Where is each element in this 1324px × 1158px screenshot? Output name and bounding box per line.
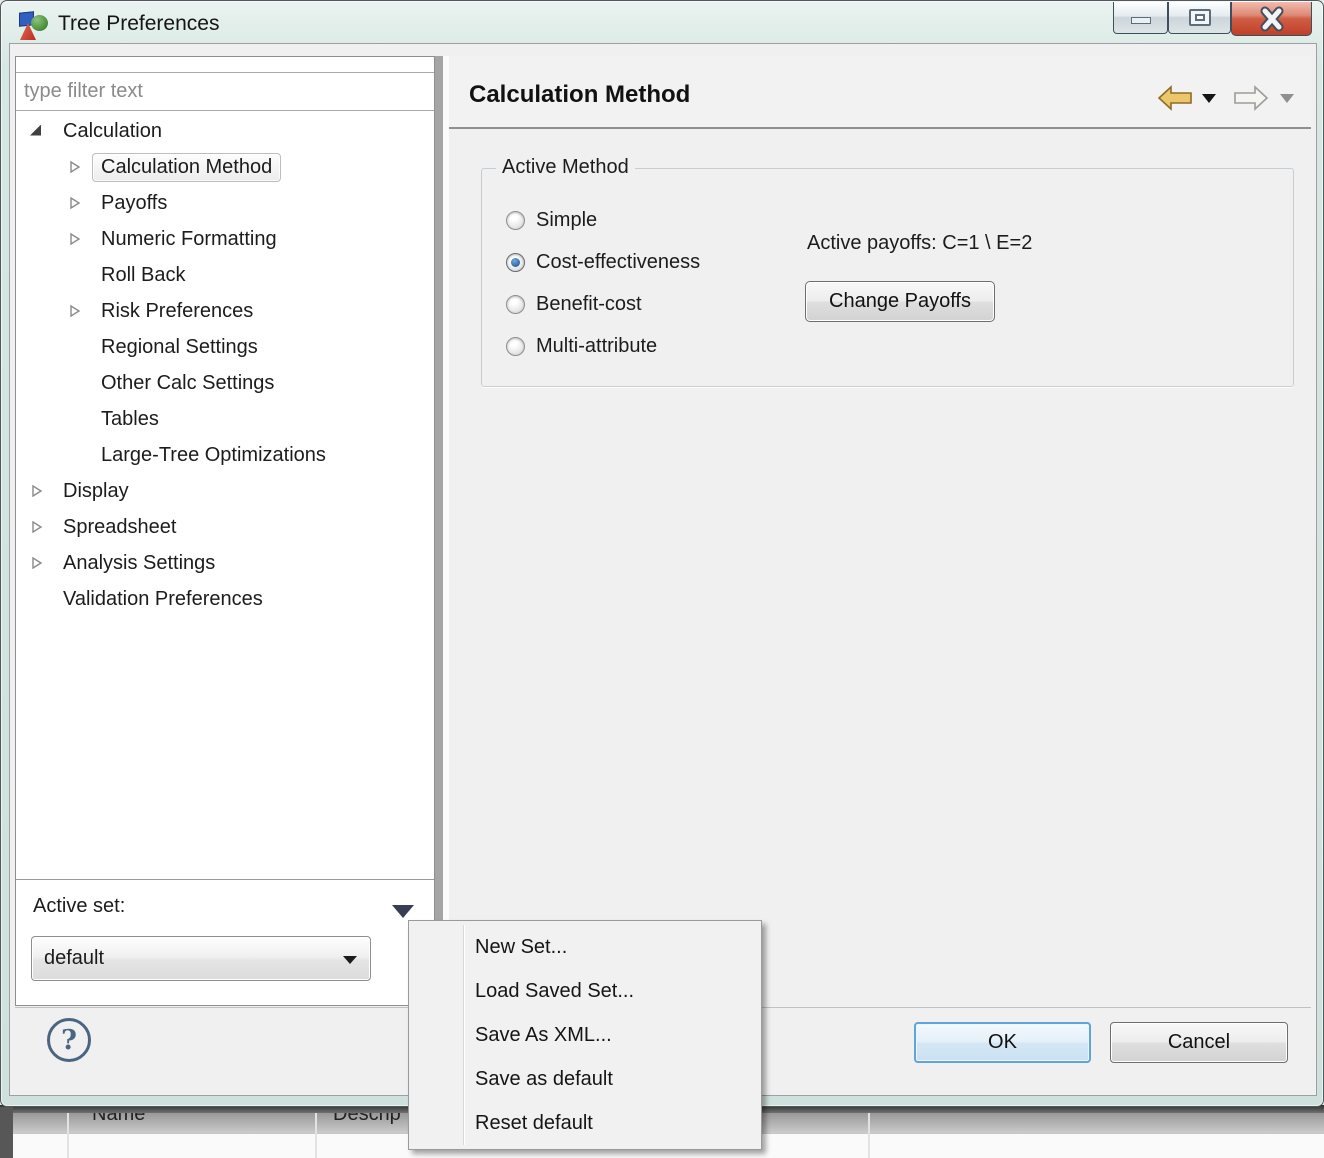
menu-item[interactable]: Reset default: [409, 1101, 761, 1145]
back-history-dropdown-icon[interactable]: [1202, 94, 1216, 103]
sidebar-divider: [16, 879, 434, 880]
preferences-sidebar: Calculation Calculation Method: [15, 56, 435, 1006]
filter-input[interactable]: [16, 72, 434, 111]
maximize-button[interactable]: [1168, 2, 1231, 34]
menu-item[interactable]: Save as default: [409, 1057, 761, 1101]
radio-label: Benefit-cost: [536, 293, 642, 316]
background-column-divider: [315, 1112, 317, 1158]
background-edge: [0, 1107, 13, 1158]
tree-item-label: Roll Back: [92, 261, 194, 290]
tree-item-label: Regional Settings: [92, 333, 267, 362]
radio-option[interactable]: Multi-attribute: [506, 325, 700, 367]
help-button[interactable]: ?: [47, 1018, 91, 1062]
header-divider: [449, 127, 1311, 129]
tree-item-label: Spreadsheet: [54, 513, 185, 542]
tree-item-label: Risk Preferences: [92, 297, 262, 326]
preferences-tree: Calculation Calculation Method: [16, 113, 434, 617]
tree-item[interactable]: Display: [16, 473, 434, 509]
radio-option[interactable]: Benefit-cost: [506, 283, 700, 325]
minimize-button[interactable]: [1113, 2, 1168, 34]
menu-item[interactable]: Save As XML...: [409, 1013, 761, 1057]
menu-icon-gutter: [463, 925, 464, 1145]
method-radio-group: Simple Cost-effectiveness Benefit-cost M…: [506, 199, 700, 367]
radio-icon: [506, 295, 525, 314]
tree-item-label: Payoffs: [92, 189, 176, 218]
radio-label: Cost-effectiveness: [536, 251, 700, 274]
title-bar: Tree Preferences: [1, 1, 1324, 43]
tree-item[interactable]: Tables: [16, 401, 434, 437]
back-arrow-button[interactable]: [1157, 85, 1193, 111]
tree-item[interactable]: Calculation: [16, 113, 434, 149]
panel-splitter[interactable]: [435, 56, 443, 1006]
maximize-icon: [1189, 9, 1211, 26]
background-column-divider: [67, 1112, 69, 1158]
background-column-divider: [868, 1112, 870, 1158]
ok-button[interactable]: OK: [914, 1022, 1091, 1063]
active-method-group: Active Method Simple Cost-effectiveness …: [481, 168, 1294, 387]
minimize-icon: [1131, 17, 1151, 24]
cancel-button[interactable]: Cancel: [1110, 1022, 1288, 1063]
expand-arrow-icon[interactable]: [68, 160, 82, 174]
tree-item[interactable]: Risk Preferences: [16, 293, 434, 329]
close-button[interactable]: [1231, 2, 1312, 36]
group-legend: Active Method: [496, 156, 635, 179]
active-set-menu-button[interactable]: [392, 905, 414, 918]
window-title: Tree Preferences: [58, 12, 219, 36]
forward-arrow-button[interactable]: [1233, 85, 1269, 111]
panel-gap: [443, 56, 449, 1006]
tree-item-label: Other Calc Settings: [92, 369, 283, 398]
active-set-menu: New Set... Load Saved Set... Save As XML…: [408, 920, 762, 1150]
combo-dropdown-icon: [343, 956, 357, 964]
tree-item-label: Calculation Method: [92, 153, 281, 182]
change-payoffs-button[interactable]: Change Payoffs: [805, 281, 995, 322]
tree-item[interactable]: Calculation Method: [16, 149, 434, 185]
expand-arrow-icon[interactable]: [68, 232, 82, 246]
page-title: Calculation Method: [469, 81, 690, 109]
tree-item[interactable]: Roll Back: [16, 257, 434, 293]
tree-item-label: Display: [54, 477, 138, 506]
close-icon: [1257, 6, 1287, 32]
tree-item[interactable]: Spreadsheet: [16, 509, 434, 545]
tree-item[interactable]: Regional Settings: [16, 329, 434, 365]
tree-item-label: Calculation: [54, 117, 171, 146]
expand-arrow-icon[interactable]: [30, 484, 44, 498]
tree-item[interactable]: Other Calc Settings: [16, 365, 434, 401]
radio-icon: [506, 253, 525, 272]
radio-label: Multi-attribute: [536, 335, 657, 358]
tree-item[interactable]: Large-Tree Optimizations: [16, 437, 434, 473]
tree-item[interactable]: Numeric Formatting: [16, 221, 434, 257]
expand-arrow-icon[interactable]: [30, 520, 44, 534]
forward-history-dropdown-icon[interactable]: [1280, 94, 1294, 103]
expand-arrow-icon[interactable]: [68, 304, 82, 318]
active-set-label: Active set:: [33, 895, 125, 918]
radio-icon: [506, 211, 525, 230]
tree-item-label: Large-Tree Optimizations: [92, 441, 335, 470]
radio-icon: [506, 337, 525, 356]
active-payoffs-text: Active payoffs: C=1 \ E=2: [807, 232, 1032, 255]
tree-item-label: Validation Preferences: [54, 585, 272, 614]
collapse-arrow-icon[interactable]: [30, 125, 41, 136]
tree-item-label: Tables: [92, 405, 168, 434]
active-set-combobox[interactable]: default: [31, 936, 371, 981]
radio-option[interactable]: Cost-effectiveness: [506, 241, 700, 283]
tree-item[interactable]: Analysis Settings: [16, 545, 434, 581]
expand-arrow-icon[interactable]: [30, 556, 44, 570]
radio-label: Simple: [536, 209, 597, 232]
active-set-value: default: [44, 947, 104, 970]
tree-item-label: Analysis Settings: [54, 549, 224, 578]
menu-item[interactable]: New Set...: [409, 925, 761, 969]
treeage-app-icon: [18, 10, 52, 40]
icon-sphere-shape: [31, 15, 48, 31]
tree-item-label: Numeric Formatting: [92, 225, 286, 254]
tree-item[interactable]: Payoffs: [16, 185, 434, 221]
tree-item[interactable]: Validation Preferences: [16, 581, 434, 617]
radio-option[interactable]: Simple: [506, 199, 700, 241]
expand-arrow-icon[interactable]: [68, 196, 82, 210]
menu-item[interactable]: Load Saved Set...: [409, 969, 761, 1013]
